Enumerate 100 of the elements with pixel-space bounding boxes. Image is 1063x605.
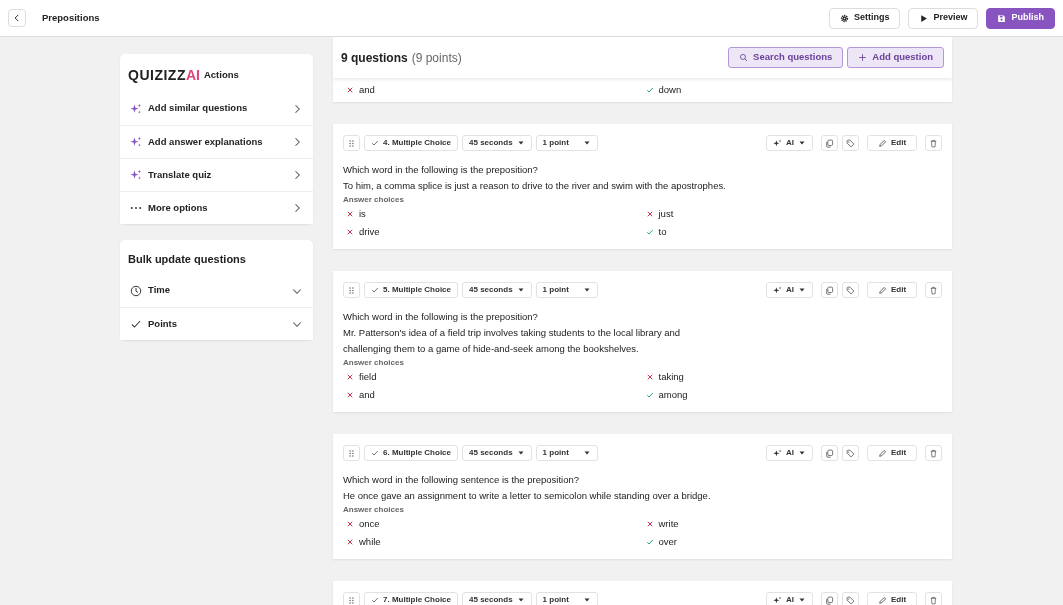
question-type-button[interactable]: 5. Multiple Choice xyxy=(364,282,458,298)
caret-icon xyxy=(798,286,806,294)
answer-choice: over xyxy=(658,534,677,549)
plus-icon xyxy=(858,53,868,62)
tag-icon xyxy=(846,138,855,148)
action-item[interactable]: Add similar questions xyxy=(120,92,313,125)
quiz-title: Prepositions xyxy=(42,10,100,25)
question-text: He once gave an assignment to write a letter to semicolon while standing over a bridge. xyxy=(343,489,712,503)
copy-button[interactable] xyxy=(821,282,838,298)
action-item[interactable]: Add answer explanations xyxy=(120,125,313,158)
drag-handle[interactable] xyxy=(343,445,360,461)
drag-handle[interactable] xyxy=(343,282,360,298)
trash-icon xyxy=(929,138,938,148)
ai-dropdown[interactable]: AI xyxy=(766,445,813,461)
copy-icon xyxy=(825,138,834,148)
action-item[interactable]: More options xyxy=(120,191,313,224)
question-type-button[interactable]: 7. Multiple Choice xyxy=(364,592,458,605)
add-question-button[interactable]: Add question xyxy=(847,47,944,68)
delete-button[interactable] xyxy=(925,592,942,605)
caret-icon xyxy=(516,139,525,147)
answer-choice: and xyxy=(359,387,375,402)
sparkle-icon xyxy=(773,595,782,605)
sparkle-icon xyxy=(773,448,782,458)
search-button[interactable]: Search questions xyxy=(728,47,844,68)
panel-title: Bulk update questions xyxy=(128,251,246,267)
caret-icon xyxy=(516,596,525,604)
delete-button[interactable] xyxy=(925,282,942,298)
question-count: 9 questions xyxy=(341,49,408,67)
back-icon xyxy=(12,13,22,23)
copy-button[interactable] xyxy=(821,592,838,605)
check-icon xyxy=(130,318,142,330)
tag-button[interactable] xyxy=(842,282,859,298)
ai-dropdown[interactable]: AI xyxy=(766,592,813,605)
points-total: (9 points) xyxy=(411,49,462,67)
trash-icon xyxy=(929,595,938,605)
caret-icon xyxy=(582,286,591,294)
delete-button[interactable] xyxy=(925,445,942,461)
check-icon xyxy=(371,286,379,294)
pencil-icon xyxy=(877,595,887,605)
edit-button[interactable]: Edit xyxy=(867,445,917,461)
sparkle-icon xyxy=(130,102,142,115)
drag-handle[interactable] xyxy=(343,135,360,151)
answer-choice: to xyxy=(658,224,667,239)
points-dropdown[interactable]: 1 point xyxy=(535,282,598,298)
drag-handle[interactable] xyxy=(343,592,360,605)
ai-dropdown[interactable]: AI xyxy=(766,282,813,298)
action-item[interactable]: Points xyxy=(120,307,313,340)
drag-icon xyxy=(347,448,356,458)
caret-icon xyxy=(582,449,591,457)
tag-button[interactable] xyxy=(842,592,859,605)
publish-button[interactable]: Publish xyxy=(986,7,1055,29)
settings-button[interactable]: Settings xyxy=(828,7,901,29)
caret-icon xyxy=(798,139,806,147)
points-dropdown[interactable]: 1 point xyxy=(535,445,598,461)
caret-icon xyxy=(516,449,525,457)
time-dropdown[interactable]: 45 seconds xyxy=(462,592,532,605)
answer-choice: and xyxy=(359,82,375,97)
time-dropdown[interactable]: 45 seconds xyxy=(462,282,532,298)
copy-icon xyxy=(825,285,834,295)
time-dropdown[interactable]: 45 seconds xyxy=(462,135,532,151)
points-dropdown[interactable]: 1 point xyxy=(535,592,598,605)
question-text: Mr. Patterson's idea of a field trip involves taking students to the local library and xyxy=(343,326,682,340)
settings-icon xyxy=(839,13,849,23)
answer-choice: drive xyxy=(359,224,380,239)
answer-choices-label: Answer choices xyxy=(343,504,405,515)
drag-icon xyxy=(347,138,356,148)
edit-button[interactable]: Edit xyxy=(867,135,917,151)
question-text: To him, a comma splice is just a reason to drive to the river and swim with the apostrophes. xyxy=(343,179,727,193)
question-text: Which word in the following is the preposition? xyxy=(343,310,539,324)
action-item[interactable]: Translate quiz xyxy=(120,158,313,191)
copy-icon xyxy=(825,595,834,605)
answer-choice: write xyxy=(658,516,679,531)
caret-icon xyxy=(582,139,591,147)
tag-button[interactable] xyxy=(842,445,859,461)
time-dropdown[interactable]: 45 seconds xyxy=(462,445,532,461)
sparkle-icon xyxy=(130,169,142,181)
action-item[interactable]: Time xyxy=(120,274,313,307)
pencil-icon xyxy=(877,138,887,148)
edit-button[interactable]: Edit xyxy=(867,592,917,605)
question-type-button[interactable]: 4. Multiple Choice xyxy=(364,135,458,151)
question-type-button[interactable]: 6. Multiple Choice xyxy=(364,445,458,461)
edit-button[interactable]: Edit xyxy=(867,282,917,298)
answer-choice: once xyxy=(359,516,380,531)
preview-button[interactable]: Preview xyxy=(908,7,979,29)
tag-button[interactable] xyxy=(842,135,859,151)
check-icon xyxy=(371,596,379,604)
points-dropdown[interactable]: 1 point xyxy=(535,135,598,151)
quizizz-ai-logo: QUIZIZZAI xyxy=(128,65,200,85)
ai-dropdown[interactable]: AI xyxy=(766,135,813,151)
delete-button[interactable] xyxy=(925,135,942,151)
answer-choices-label: Answer choices xyxy=(343,357,405,368)
check-icon xyxy=(371,449,379,457)
panel-title: Actions xyxy=(203,67,239,82)
pencil-icon xyxy=(877,448,887,458)
copy-button[interactable] xyxy=(821,135,838,151)
answer-choice: while xyxy=(359,534,381,549)
sparkle-icon xyxy=(130,136,142,148)
copy-button[interactable] xyxy=(821,445,838,461)
search-icon xyxy=(739,53,749,62)
caret-icon xyxy=(798,449,806,457)
